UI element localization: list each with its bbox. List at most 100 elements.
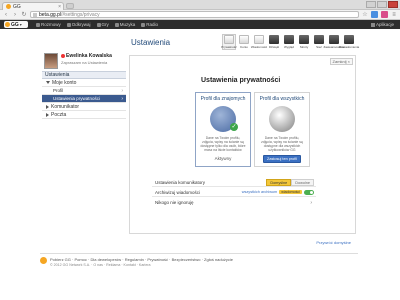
address-bar[interactable]: beta.gg.pl/#settings/privacy xyxy=(30,11,359,18)
settings-notify-button[interactable]: Powiadomienia xyxy=(339,34,359,50)
chevron-right-icon: › xyxy=(121,87,123,94)
profile-status: Zapraszam na Ustawienia xyxy=(61,60,108,65)
privacy-panel: Zamknij × Ustawienia prywatności Profil … xyxy=(129,55,356,245)
gg-footer-logo-icon xyxy=(40,257,47,264)
card-description: Dane na Twoim profilu, zdjęcia, wpisy na… xyxy=(200,136,246,152)
nav-rozmowy[interactable]: Rozmowy xyxy=(36,22,61,27)
browser-toolbar: ‹ › ↻ beta.gg.pl/#settings/privacy ☆ ≡ xyxy=(0,10,400,20)
archive-settings-row: Archiwizuj wiadomości wszystkich archiwu… xyxy=(152,188,316,197)
archive-link[interactable]: wszystkich archiwum xyxy=(242,190,277,194)
close-window-button[interactable] xyxy=(388,1,398,8)
settings-page: Ewelinka Kowalska Zapraszam na Ustawieni… xyxy=(40,29,360,300)
ignore-settings-row[interactable]: Nikogo nie ignoruję › xyxy=(152,198,316,207)
sidebar-item-communicator[interactable]: Komunikator xyxy=(42,103,126,111)
music-icon xyxy=(114,22,119,27)
footer-links[interactable]: Pobierz GG · Pomoc · Dla deweloperów · R… xyxy=(50,257,233,262)
nav-odkrywaj[interactable]: Odkrywaj xyxy=(66,22,91,27)
settings-messages-button[interactable]: Wiadomości xyxy=(251,34,267,50)
status-dot-icon xyxy=(61,54,65,58)
nav-muzyka[interactable]: Muzyka xyxy=(114,22,135,27)
nav-radio[interactable]: Radio xyxy=(141,22,158,27)
radio-icon xyxy=(141,22,146,27)
archive-toggle[interactable] xyxy=(304,189,314,195)
card-title: Profil dla znajomych xyxy=(200,96,246,102)
settings-content: Ustawienia Prywatność Konto Wiadomości D… xyxy=(129,33,359,245)
sidebar-item-my-account[interactable]: Moje konto xyxy=(42,79,126,87)
chevron-right-icon: › xyxy=(121,95,123,102)
option-default[interactable]: Domyślne xyxy=(266,178,292,186)
compass-icon xyxy=(66,22,71,27)
apply-profile-button[interactable]: Zastosuj ten profil xyxy=(263,155,301,163)
gg-nav: Rozmowy Odkrywaj Gry Muzyka Radio xyxy=(36,22,158,27)
card-title: Profil dla wszystkich xyxy=(259,96,305,102)
browser-tab-bar: GG × xyxy=(0,0,400,10)
friends-avatar-icon: ✓ xyxy=(210,106,238,132)
bookmark-star-icon[interactable]: ☆ xyxy=(362,12,368,18)
archive-controls: wszystkich archiwum wiadomości xyxy=(242,189,314,195)
reload-icon[interactable]: ↻ xyxy=(21,12,27,18)
settings-account-button[interactable]: Konto xyxy=(237,34,251,50)
everyone-profile-card[interactable]: Profil dla wszystkich Dane na Twoim prof… xyxy=(254,92,310,167)
new-tab-button[interactable] xyxy=(66,3,74,9)
chevron-down-icon xyxy=(46,81,50,84)
settings-appearance-button[interactable]: Wygląd xyxy=(282,34,296,50)
gg-logo-text: GG xyxy=(11,21,19,28)
sidebar-item-mail[interactable]: Poczta xyxy=(42,111,126,119)
maximize-button[interactable] xyxy=(377,1,387,8)
gg-sun-icon xyxy=(5,22,10,27)
settings-icon-row: Prywatność Konto Wiadomości Dźwięki Wygl… xyxy=(221,34,359,50)
settings-shortcuts-button[interactable]: Skróty xyxy=(297,34,311,50)
card-status: Aktywny xyxy=(214,156,232,161)
row-label: Nikogo nie ignoruję xyxy=(155,200,194,205)
profile-summary: Ewelinka Kowalska Zapraszam na Ustawieni… xyxy=(42,51,126,71)
account-icon xyxy=(239,35,249,44)
url-text: beta.gg.pl/#settings/privacy xyxy=(39,11,100,18)
chevron-right-icon xyxy=(46,112,49,117)
forward-icon[interactable]: › xyxy=(12,12,18,18)
chat-icon xyxy=(36,22,40,27)
communicator-toggle: Domyślne Dowolne xyxy=(266,178,314,186)
browser-tab[interactable]: GG × xyxy=(2,2,64,10)
sidebar-item-privacy[interactable]: Ustawienia prywatności › xyxy=(42,95,126,103)
minimize-button[interactable] xyxy=(366,1,376,8)
friends-profile-card[interactable]: Profil dla znajomych ✓ Dane na Twoim pro… xyxy=(195,92,251,167)
appearance-icon xyxy=(284,35,294,44)
menu-icon[interactable]: ≡ xyxy=(391,12,397,18)
network-icon xyxy=(314,35,324,44)
sidebar-item-profile[interactable]: Profil › xyxy=(42,87,126,95)
nav-gry[interactable]: Gry xyxy=(96,22,109,27)
close-tab-icon[interactable]: × xyxy=(58,4,61,10)
notify-icon xyxy=(344,35,354,44)
page-title: Ustawienia xyxy=(131,37,171,47)
globe-icon xyxy=(269,106,295,132)
archive-chip: wiadomości xyxy=(279,190,302,194)
back-icon[interactable]: ‹ xyxy=(3,12,9,18)
advanced-icon xyxy=(329,35,339,44)
close-panel-button[interactable]: Zamknij × xyxy=(329,58,353,65)
tab-title: GG xyxy=(13,3,21,10)
apps-grid-icon xyxy=(370,22,375,27)
communicator-settings-row: Ustawienia komunikatory Domyślne Dowolne xyxy=(152,178,316,187)
sidebar-header: Ustawienia xyxy=(42,71,126,79)
gg-logo-button[interactable]: GG ▾ xyxy=(4,21,28,28)
page-icon xyxy=(33,12,37,17)
option-any[interactable]: Dowolne xyxy=(291,178,314,186)
restore-defaults-link[interactable]: Przywróć domyślne xyxy=(316,240,351,245)
settings-sidebar: Ewelinka Kowalska Zapraszam na Ustawieni… xyxy=(42,51,126,119)
game-icon xyxy=(96,22,101,27)
settings-privacy-button[interactable]: Prywatność xyxy=(221,34,237,50)
chevron-down-icon: ▾ xyxy=(19,22,22,27)
chevron-right-icon xyxy=(46,104,49,109)
profile-name[interactable]: Ewelinka Kowalska xyxy=(61,53,112,59)
extension-icon[interactable] xyxy=(371,11,378,18)
messages-icon xyxy=(254,35,264,44)
extension-icon[interactable] xyxy=(381,11,388,18)
gg-favicon xyxy=(6,4,11,9)
settings-sounds-button[interactable]: Dźwięki xyxy=(267,34,281,50)
shortcuts-icon xyxy=(299,35,309,44)
page-footer: Pobierz GG · Pomoc · Dla deweloperów · R… xyxy=(40,253,358,267)
row-label: Ustawienia komunikatory xyxy=(155,179,206,185)
avatar[interactable] xyxy=(44,53,58,69)
apps-button[interactable]: Aplikacje xyxy=(370,22,394,27)
card-description: Dane na Twoim profilu, zdjęcia, wpisy na… xyxy=(261,136,303,152)
